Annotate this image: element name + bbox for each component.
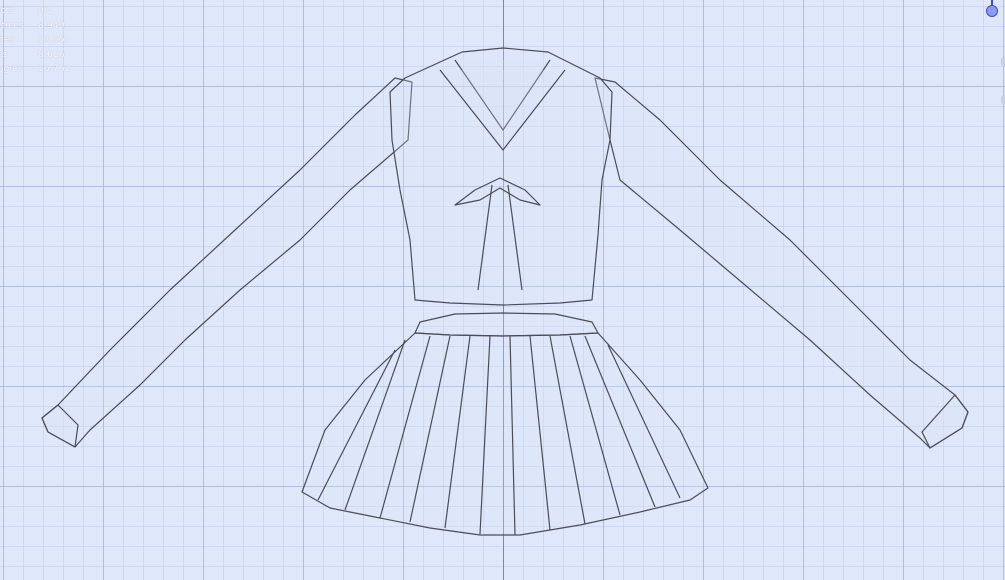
3d-viewport[interactable]: jects 0/1 ertices 8,940 dges 17,557 ces …: [0, 0, 1005, 580]
right-sleeve: [594, 77, 969, 449]
bodice: [389, 47, 613, 306]
skirt: [301, 312, 709, 536]
garment-wireframe-mesh[interactable]: [0, 0, 1005, 580]
